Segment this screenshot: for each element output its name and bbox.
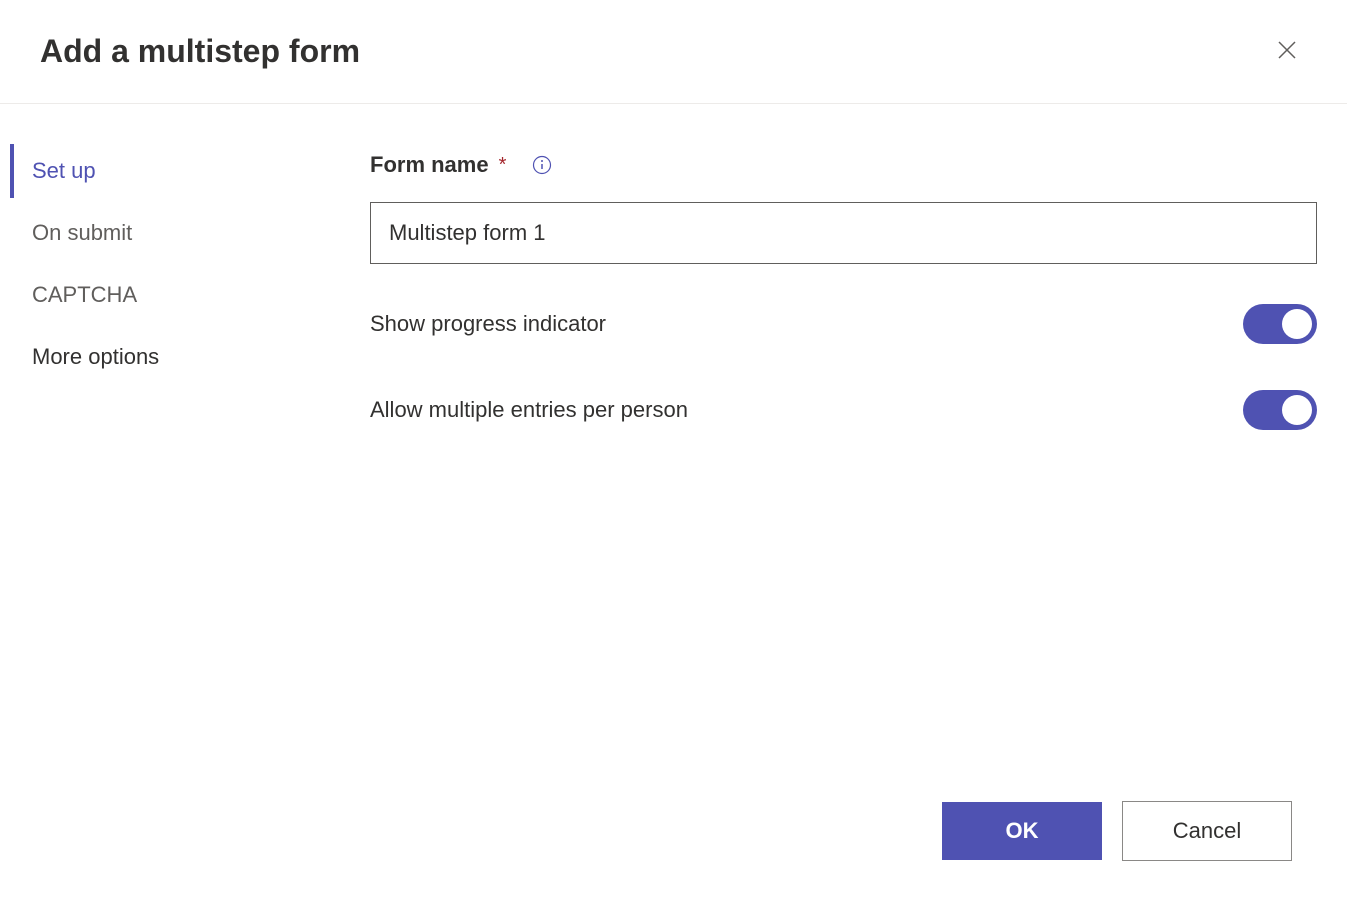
ok-button[interactable]: OK: [942, 802, 1102, 860]
allow-multiple-row: Allow multiple entries per person: [370, 390, 1317, 430]
dialog-footer: OK Cancel: [0, 801, 1347, 901]
show-progress-label: Show progress indicator: [370, 311, 606, 337]
show-progress-toggle[interactable]: [1243, 304, 1317, 344]
form-name-field: Form name *: [370, 152, 1317, 264]
form-name-label: Form name: [370, 152, 489, 178]
sidebar-item-label: Set up: [32, 158, 96, 183]
sidebar-item-label: CAPTCHA: [32, 282, 137, 307]
form-name-input[interactable]: [370, 202, 1317, 264]
required-asterisk: *: [499, 154, 507, 177]
sidebar-item-on-submit[interactable]: On submit: [10, 206, 370, 260]
sidebar-item-label: On submit: [32, 220, 132, 245]
main-panel: Form name * Show progress indicator Allo…: [370, 104, 1347, 801]
info-icon[interactable]: [532, 155, 552, 175]
dialog-body: Set up On submit CAPTCHA More options Fo…: [0, 104, 1347, 801]
show-progress-row: Show progress indicator: [370, 304, 1317, 344]
sidebar-item-captcha[interactable]: CAPTCHA: [10, 268, 370, 322]
sidebar: Set up On submit CAPTCHA More options: [0, 104, 370, 801]
close-icon: [1275, 38, 1299, 65]
allow-multiple-toggle[interactable]: [1243, 390, 1317, 430]
cancel-button[interactable]: Cancel: [1122, 801, 1292, 861]
sidebar-item-setup[interactable]: Set up: [10, 144, 370, 198]
sidebar-item-more-options[interactable]: More options: [10, 330, 370, 384]
toggle-knob: [1282, 309, 1312, 339]
dialog-header: Add a multistep form: [0, 0, 1347, 104]
toggle-knob: [1282, 395, 1312, 425]
dialog-title: Add a multistep form: [40, 33, 360, 70]
sidebar-item-label: More options: [32, 344, 159, 369]
allow-multiple-label: Allow multiple entries per person: [370, 397, 688, 423]
close-button[interactable]: [1267, 30, 1307, 73]
form-name-label-row: Form name *: [370, 152, 1317, 178]
